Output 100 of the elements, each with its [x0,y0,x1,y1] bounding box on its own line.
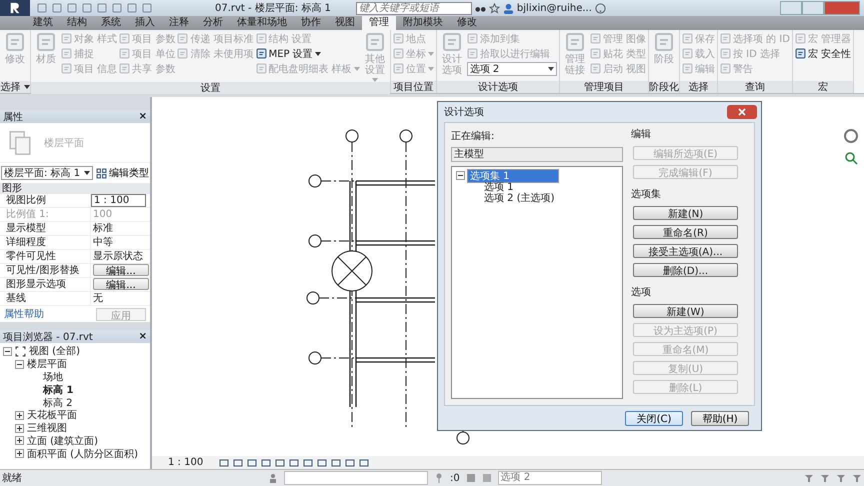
user-name[interactable]: bjlixin@ruihe... [516,2,592,14]
panel-title[interactable]: 宏 [792,81,854,93]
ribbon-tab[interactable]: 附加模块 [396,16,450,30]
expand-icon[interactable] [15,360,24,369]
tree-item[interactable]: 选项 2 (主选项) [484,190,555,204]
section-header[interactable]: 图形 [0,183,150,194]
ribbon-tab[interactable]: 注释 [162,16,196,30]
view-control-icon[interactable] [275,458,286,468]
property-value: 无 [92,292,104,305]
ribbon-tab[interactable]: 系统 [94,16,128,30]
view-control-icon[interactable] [359,458,370,468]
view-control-icon[interactable] [303,458,314,468]
ribbon-tab[interactable]: 体量和场地 [230,16,294,30]
option-dropdown[interactable]: 选项 2 [466,62,557,76]
tree-item[interactable]: 选项 1 [484,180,514,194]
dialog-button[interactable]: 帮助(H) [691,410,749,426]
caret-icon [428,52,434,56]
tool-icon [590,33,601,44]
expand-icon[interactable] [15,424,24,433]
expand-icon[interactable] [15,410,24,420]
tree-item[interactable]: 楼层平面 [27,357,67,372]
ribbon-tab[interactable]: 协作 [294,16,328,30]
tree-item[interactable]: 立面 (建筑立面) [27,434,98,448]
panel-title[interactable]: 设计选项 [436,81,559,93]
edit-type-icon [96,168,107,178]
application-menu-button[interactable] [0,0,30,16]
property-label: 显示模型 [0,222,91,235]
panel-title[interactable]: 管理项目 [560,81,648,93]
tool-icon [119,48,130,59]
view-control-icon[interactable] [261,458,272,468]
dialog-button[interactable]: 接受主选项(A)... [633,244,738,258]
view-control-icon[interactable] [289,458,300,468]
group-title: 选项 [631,287,651,299]
dialog-button[interactable]: 删除(D)... [633,263,738,277]
collapse-icon[interactable] [456,171,465,180]
view-control-icon[interactable] [331,458,342,468]
tool-icon [177,33,188,44]
ribbon-tab[interactable]: 分析 [196,16,230,30]
tool-icon [61,63,72,74]
view-control-icon[interactable] [233,458,244,468]
tool-icon [794,48,806,59]
expand-icon[interactable] [15,449,24,458]
tree-item[interactable]: 面积平面 (人防分区面积) [27,446,138,461]
property-field[interactable]: 1 : 100 [91,194,146,207]
expand-icon[interactable] [15,436,24,446]
workset-icon[interactable] [268,473,278,483]
panel-title[interactable]: 选择 [680,81,717,93]
edit-button[interactable]: 编辑... [93,264,149,276]
ribbon-button[interactable]: 宏 安全性 [794,47,852,60]
tool-icon [61,48,72,59]
tree-item[interactable]: 选项集 1 [467,168,559,182]
ribbon-tab[interactable]: 视图 [328,16,362,30]
option-dropdown[interactable]: 选项 2 [498,471,602,485]
ribbon-tab[interactable]: 建筑 [26,16,60,30]
property-label: 基线 [0,292,91,305]
star-icon[interactable] [488,2,500,14]
view-control-icon[interactable] [219,458,230,468]
collapse-icon[interactable] [3,346,12,356]
logo-icon [8,2,22,14]
tree-item[interactable]: 天花板平面 [27,408,77,422]
ribbon-tab[interactable]: 修改 [450,16,484,30]
close-button[interactable]: × [138,331,147,342]
panel-title[interactable]: 设置 [31,82,390,94]
ribbon-button[interactable]: MEP 设置 [256,47,360,60]
zoom-icon[interactable] [844,151,858,165]
view-control-icon[interactable] [345,458,356,468]
tool-icon [590,48,601,59]
tree-item[interactable]: 三维视图 [27,421,67,436]
dialog-button[interactable]: 关闭(C) [625,410,683,426]
panel-title[interactable]: 阶段化 [648,81,679,93]
help-link[interactable]: 属性帮助 [4,307,44,321]
panel-title[interactable]: 选择 [0,81,30,93]
tree-item[interactable]: 场地 [43,370,63,384]
close-button[interactable] [727,105,757,119]
panel-title[interactable]: 查询 [718,81,792,93]
property-value: 显示原状态 [92,250,144,263]
panel-title[interactable]: 项目位置 [390,81,436,93]
ribbon-tab[interactable]: 结构 [60,16,94,30]
tree-item[interactable]: 视图 (全部) [29,344,80,358]
dialog-button[interactable]: 重命名(R) [633,225,738,239]
view-control-icon[interactable] [247,458,258,468]
view-control-icon[interactable] [317,458,328,468]
view-selector[interactable]: 楼层平面: 标高 1 [1,166,93,180]
dialog-button[interactable]: 新建(W) [633,304,738,318]
help-icon[interactable] [594,2,606,14]
edit-type-button[interactable]: 编辑类型 [96,166,149,180]
property-value: 中等 [92,236,114,249]
ribbon-tab[interactable]: 管理 [362,16,396,30]
tree-item[interactable]: 标高 2 [43,396,73,410]
tool-icon [61,33,72,44]
editing-label: 正在编辑: [451,130,496,143]
caret-icon [354,66,360,70]
tree-item[interactable]: 标高 1 [43,382,74,397]
ribbon-tab[interactable]: 插入 [128,16,162,30]
tool-icon [392,63,404,74]
view-scale[interactable]: 1 : 100 [168,457,204,468]
navigation-wheel-icon[interactable] [844,129,858,143]
close-button[interactable]: × [138,111,147,122]
dialog-button[interactable]: 新建(N) [633,206,738,220]
edit-button[interactable]: 编辑... [93,278,149,290]
